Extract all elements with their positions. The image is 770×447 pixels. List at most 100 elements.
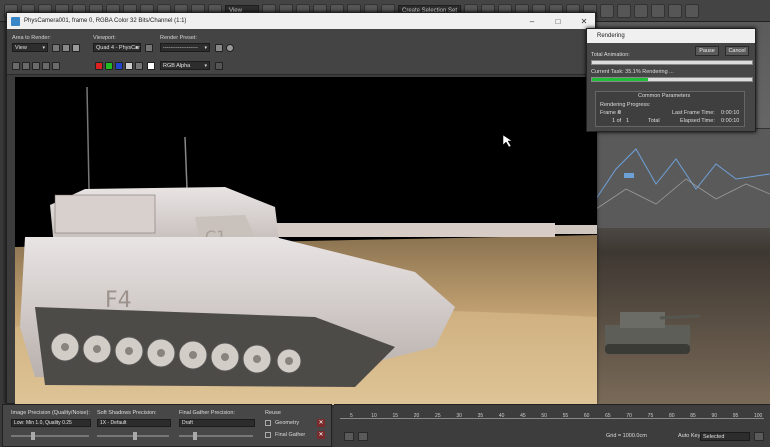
clone-frame-icon[interactable]: [32, 62, 40, 70]
timeline-tick-label: 50: [541, 413, 547, 419]
key-filters-icon[interactable]: [754, 432, 764, 441]
tank-render: C1 F4: [15, 77, 597, 405]
soft-shadows-slider[interactable]: [97, 432, 169, 440]
rendering-dialog: Rendering Pause Cancel Total Animation: …: [586, 28, 756, 132]
timeline-tick-label: 45: [520, 413, 526, 419]
image-precision-dropdown[interactable]: Low: Min 1.0, Quality 0.25: [11, 419, 91, 427]
red-channel-icon[interactable]: [95, 62, 103, 70]
frame-window-toolbar: Area to Render: View ▾ Viewport: Quad 4 -…: [7, 29, 595, 75]
print-image-icon[interactable]: [42, 62, 50, 70]
auto-region-icon[interactable]: [62, 44, 70, 52]
rendering-dialog-title: Rendering: [597, 33, 625, 39]
final-gather-dropdown[interactable]: Draft: [179, 419, 255, 427]
slider-thumb[interactable]: [31, 432, 35, 440]
minimize-icon[interactable]: –: [521, 13, 543, 29]
key-filter-dropdown[interactable]: Selected: [700, 432, 750, 441]
timeline-tick-label: 55: [562, 413, 569, 419]
swatch-icon[interactable]: [147, 62, 155, 70]
curve-editor-panel[interactable]: [596, 128, 770, 228]
current-task-progress-fill: [592, 78, 649, 81]
timeline-tick-label: 65: [605, 413, 611, 419]
elapsed-time-value: 0:00:10: [721, 118, 740, 124]
rendering-progress-label: Rendering Progress:: [600, 102, 651, 108]
close-icon[interactable]: ✕: [573, 13, 595, 29]
render-production-icon[interactable]: [617, 3, 632, 18]
clear-final-gather-icon[interactable]: ✕: [317, 431, 325, 439]
time-ruler[interactable]: 5 10 15 20 25 30 35 40 45 50 55 60 65 70 75 80 85 90 95 100: [340, 413, 764, 419]
total-animation-bar: [591, 60, 753, 65]
timeline-tick-label: 5: [350, 413, 353, 419]
gear-icon[interactable]: [685, 3, 700, 18]
chevron-down-icon: ▾: [42, 45, 45, 51]
blue-channel-icon[interactable]: [115, 62, 123, 70]
edit-region-icon[interactable]: [52, 44, 60, 52]
timeline-area: 5 10 15 20 25 30 35 40 45 50 55 60 65 70 75 80 85 90 95 100…: [334, 404, 770, 447]
render-cloud-icon[interactable]: [634, 3, 649, 18]
timeline-tick-label: 95: [732, 413, 739, 419]
render-setup-icon[interactable]: [215, 44, 223, 52]
timeline-tick-label: 60: [583, 413, 590, 419]
area-to-render-dropdown[interactable]: View ▾: [12, 43, 48, 52]
rendered-frame-window-icon[interactable]: [600, 3, 615, 18]
frame-value: 0: [618, 110, 622, 116]
app-icon: [11, 16, 20, 26]
last-frame-time-label: Last Frame Time:: [672, 110, 715, 116]
slider-thumb[interactable]: [133, 432, 137, 440]
environment-icon[interactable]: [668, 3, 683, 18]
timeline-tick-label: 35: [477, 413, 484, 419]
monochrome-icon[interactable]: [135, 62, 143, 70]
lock-icon[interactable]: [265, 420, 271, 426]
chevron-down-icon: ▾: [204, 45, 207, 51]
final-gather-slider[interactable]: [179, 432, 253, 440]
pause-button[interactable]: Pause: [695, 46, 719, 56]
common-parameters-panel: Common Parameters Rendering Progress: Fr…: [595, 91, 745, 127]
shirt-icon[interactable]: [651, 3, 666, 18]
previous-frame-icon[interactable]: [358, 432, 368, 441]
lock-icon[interactable]: [145, 44, 153, 52]
timeline-tick-label: 15: [392, 413, 399, 419]
maximize-icon[interactable]: □: [547, 13, 569, 29]
last-frame-time-value: 0:00:10: [721, 110, 740, 116]
elapsed-time-label: Elapsed Time:: [680, 118, 715, 124]
green-channel-icon[interactable]: [105, 62, 113, 70]
timeline-tick-label: 25: [435, 413, 441, 419]
timeline-tick-label: 40: [498, 413, 505, 419]
go-to-start-icon[interactable]: [344, 432, 354, 441]
environment-effects-icon[interactable]: [226, 44, 234, 52]
app-root: View Create Selection Set PhysCamera001,…: [0, 0, 770, 447]
render-preset-label: Render Preset:: [160, 35, 197, 41]
render-preset-dropdown[interactable]: ------------------- ▾: [160, 43, 210, 52]
viewport-dropdown[interactable]: Quad 4 - PhysCar ▾: [93, 43, 141, 52]
total-animation-label: Total Animation:: [591, 52, 630, 58]
display-channel-dropdown[interactable]: RGB Alpha ▾: [160, 61, 210, 70]
soft-shadows-dropdown[interactable]: 1X - Default: [97, 419, 171, 427]
save-image-icon[interactable]: [12, 62, 20, 70]
rendered-image[interactable]: C1 F4: [15, 77, 597, 405]
rendered-frame-window: PhysCamera001, frame 0, RGBA Color 32 Bi…: [6, 12, 597, 405]
timeline-tick-label: 30: [456, 413, 462, 419]
auto-key-label[interactable]: Auto Key: [678, 433, 700, 439]
timeline-tick-label: 10: [371, 413, 377, 419]
lock-icon[interactable]: [265, 432, 271, 438]
timeline-tick-label: 100: [754, 413, 763, 419]
timeline-tick-label: 75: [647, 413, 654, 419]
background-tank-image: [605, 312, 700, 354]
timeline-tick-label: 80: [668, 413, 675, 419]
clear-icon[interactable]: [52, 62, 60, 70]
of-value: 1: [626, 118, 630, 124]
image-precision-slider[interactable]: [11, 432, 89, 440]
copy-image-icon[interactable]: [22, 62, 30, 70]
cancel-button[interactable]: Cancel: [725, 46, 749, 56]
crop-icon[interactable]: [72, 44, 80, 52]
timeline-tick-label: 85: [690, 413, 696, 419]
toggle-ui-icon[interactable]: [215, 62, 223, 70]
slider-thumb[interactable]: [193, 432, 197, 440]
frame-window-titlebar[interactable]: PhysCamera001, frame 0, RGBA Color 32 Bi…: [7, 13, 595, 29]
alpha-channel-icon[interactable]: [125, 62, 133, 70]
soft-shadows-label: Soft Shadows Precision:: [97, 410, 157, 416]
clear-geometry-icon[interactable]: ✕: [317, 419, 325, 427]
viewport-label: Viewport:: [93, 35, 116, 41]
timeline-tick-label: 90: [711, 413, 718, 419]
common-parameters-label: Common Parameters: [638, 93, 691, 99]
rendering-dialog-titlebar[interactable]: Rendering: [587, 29, 755, 43]
